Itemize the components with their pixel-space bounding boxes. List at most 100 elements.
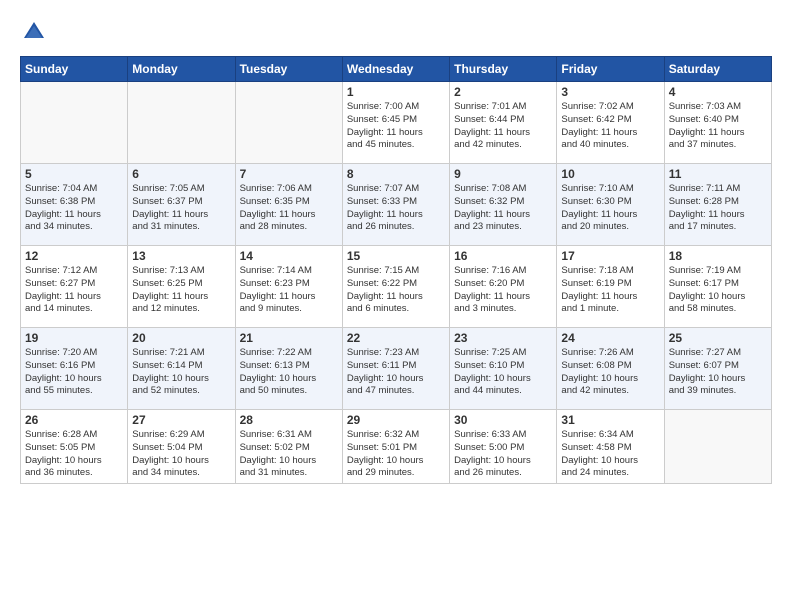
calendar-header-sunday: Sunday <box>21 57 128 82</box>
day-number: 14 <box>240 249 338 263</box>
day-info: Sunrise: 7:19 AM Sunset: 6:17 PM Dayligh… <box>669 265 767 316</box>
calendar-cell <box>21 82 128 164</box>
calendar-cell: 19Sunrise: 7:20 AM Sunset: 6:16 PM Dayli… <box>21 328 128 410</box>
calendar-header-friday: Friday <box>557 57 664 82</box>
day-info: Sunrise: 6:31 AM Sunset: 5:02 PM Dayligh… <box>240 429 338 480</box>
day-info: Sunrise: 7:22 AM Sunset: 6:13 PM Dayligh… <box>240 347 338 398</box>
day-number: 25 <box>669 331 767 345</box>
day-number: 1 <box>347 85 445 99</box>
calendar-cell: 26Sunrise: 6:28 AM Sunset: 5:05 PM Dayli… <box>21 410 128 484</box>
day-number: 27 <box>132 413 230 427</box>
calendar-cell: 16 Sunrise: 7:16 AM Sunset: 6:20 PM Dayli… <box>450 246 557 328</box>
calendar-cell: 28 Sunrise: 6:31 AM Sunset: 5:02 PM Dayli… <box>235 410 342 484</box>
calendar-header-saturday: Saturday <box>664 57 771 82</box>
day-number: 6 <box>132 167 230 181</box>
calendar-cell: 18 Sunrise: 7:19 AM Sunset: 6:17 PM Dayli… <box>664 246 771 328</box>
calendar-cell <box>128 82 235 164</box>
day-info: Sunrise: 7:23 AM Sunset: 6:11 PM Dayligh… <box>347 347 445 398</box>
calendar-cell: 17 Sunrise: 7:18 AM Sunset: 6:19 PM Dayli… <box>557 246 664 328</box>
day-number: 13 <box>132 249 230 263</box>
day-info: Sunrise: 7:05 AM Sunset: 6:37 PM Dayligh… <box>132 183 230 234</box>
day-info: Sunrise: 7:16 AM Sunset: 6:20 PM Dayligh… <box>454 265 552 316</box>
day-number: 17 <box>561 249 659 263</box>
day-number: 2 <box>454 85 552 99</box>
day-info: Sunrise: 7:00 AM Sunset: 6:45 PM Dayligh… <box>347 101 445 152</box>
day-number: 20 <box>132 331 230 345</box>
day-info: Sunrise: 7:14 AM Sunset: 6:23 PM Dayligh… <box>240 265 338 316</box>
day-number: 16 <box>454 249 552 263</box>
day-number: 19 <box>25 331 123 345</box>
day-info: Sunrise: 7:27 AM Sunset: 6:07 PM Dayligh… <box>669 347 767 398</box>
day-number: 7 <box>240 167 338 181</box>
day-info: Sunrise: 7:21 AM Sunset: 6:14 PM Dayligh… <box>132 347 230 398</box>
day-info: Sunrise: 7:04 AM Sunset: 6:38 PM Dayligh… <box>25 183 123 234</box>
calendar-cell: 6 Sunrise: 7:05 AM Sunset: 6:37 PM Daylig… <box>128 164 235 246</box>
calendar-header-row: SundayMondayTuesdayWednesdayThursdayFrid… <box>21 57 772 82</box>
calendar-cell: 14 Sunrise: 7:14 AM Sunset: 6:23 PM Dayli… <box>235 246 342 328</box>
calendar-cell: 10 Sunrise: 7:10 AM Sunset: 6:30 PM Dayli… <box>557 164 664 246</box>
day-number: 5 <box>25 167 123 181</box>
day-info: Sunrise: 7:26 AM Sunset: 6:08 PM Dayligh… <box>561 347 659 398</box>
day-number: 29 <box>347 413 445 427</box>
calendar-cell: 11 Sunrise: 7:11 AM Sunset: 6:28 PM Dayli… <box>664 164 771 246</box>
day-info: Sunrise: 7:25 AM Sunset: 6:10 PM Dayligh… <box>454 347 552 398</box>
calendar-cell: 30Sunrise: 6:33 AM Sunset: 5:00 PM Dayli… <box>450 410 557 484</box>
calendar-cell: 22 Sunrise: 7:23 AM Sunset: 6:11 PM Dayli… <box>342 328 449 410</box>
calendar-cell: 7 Sunrise: 7:06 AM Sunset: 6:35 PM Daylig… <box>235 164 342 246</box>
calendar-cell: 21Sunrise: 7:22 AM Sunset: 6:13 PM Dayli… <box>235 328 342 410</box>
calendar-cell: 31Sunrise: 6:34 AM Sunset: 4:58 PM Dayli… <box>557 410 664 484</box>
calendar-cell: 2 Sunrise: 7:01 AM Sunset: 6:44 PM Daylig… <box>450 82 557 164</box>
day-info: Sunrise: 7:08 AM Sunset: 6:32 PM Dayligh… <box>454 183 552 234</box>
calendar-header-monday: Monday <box>128 57 235 82</box>
calendar-cell: 13 Sunrise: 7:13 AM Sunset: 6:25 PM Dayli… <box>128 246 235 328</box>
calendar-cell: 9 Sunrise: 7:08 AM Sunset: 6:32 PM Daylig… <box>450 164 557 246</box>
day-number: 26 <box>25 413 123 427</box>
day-number: 23 <box>454 331 552 345</box>
day-number: 8 <box>347 167 445 181</box>
day-info: Sunrise: 7:01 AM Sunset: 6:44 PM Dayligh… <box>454 101 552 152</box>
day-number: 31 <box>561 413 659 427</box>
calendar-cell: 23 Sunrise: 7:25 AM Sunset: 6:10 PM Dayli… <box>450 328 557 410</box>
day-info: Sunrise: 7:10 AM Sunset: 6:30 PM Dayligh… <box>561 183 659 234</box>
day-info: Sunrise: 7:12 AM Sunset: 6:27 PM Dayligh… <box>25 265 123 316</box>
calendar-cell: 25 Sunrise: 7:27 AM Sunset: 6:07 PM Dayli… <box>664 328 771 410</box>
header <box>20 18 772 46</box>
day-number: 9 <box>454 167 552 181</box>
day-info: Sunrise: 7:18 AM Sunset: 6:19 PM Dayligh… <box>561 265 659 316</box>
page: SundayMondayTuesdayWednesdayThursdayFrid… <box>0 0 792 612</box>
logo-icon <box>20 18 48 46</box>
calendar-week-row: 26Sunrise: 6:28 AM Sunset: 5:05 PM Dayli… <box>21 410 772 484</box>
calendar-header-wednesday: Wednesday <box>342 57 449 82</box>
calendar-header-thursday: Thursday <box>450 57 557 82</box>
day-info: Sunrise: 6:32 AM Sunset: 5:01 PM Dayligh… <box>347 429 445 480</box>
day-info: Sunrise: 7:15 AM Sunset: 6:22 PM Dayligh… <box>347 265 445 316</box>
day-number: 11 <box>669 167 767 181</box>
day-number: 12 <box>25 249 123 263</box>
day-number: 24 <box>561 331 659 345</box>
day-info: Sunrise: 7:06 AM Sunset: 6:35 PM Dayligh… <box>240 183 338 234</box>
calendar-cell: 8 Sunrise: 7:07 AM Sunset: 6:33 PM Daylig… <box>342 164 449 246</box>
calendar-cell: 15 Sunrise: 7:15 AM Sunset: 6:22 PM Dayli… <box>342 246 449 328</box>
calendar-header-tuesday: Tuesday <box>235 57 342 82</box>
day-info: Sunrise: 7:13 AM Sunset: 6:25 PM Dayligh… <box>132 265 230 316</box>
calendar-cell <box>235 82 342 164</box>
calendar-cell: 3Sunrise: 7:02 AM Sunset: 6:42 PM Daylig… <box>557 82 664 164</box>
day-number: 10 <box>561 167 659 181</box>
day-number: 28 <box>240 413 338 427</box>
calendar-cell: 20 Sunrise: 7:21 AM Sunset: 6:14 PM Dayli… <box>128 328 235 410</box>
day-info: Sunrise: 7:11 AM Sunset: 6:28 PM Dayligh… <box>669 183 767 234</box>
day-number: 18 <box>669 249 767 263</box>
calendar-week-row: 1 Sunrise: 7:00 AM Sunset: 6:45 PM Daylig… <box>21 82 772 164</box>
day-number: 15 <box>347 249 445 263</box>
calendar-cell: 4Sunrise: 7:03 AM Sunset: 6:40 PM Daylig… <box>664 82 771 164</box>
logo <box>20 18 52 46</box>
calendar-week-row: 5 Sunrise: 7:04 AM Sunset: 6:38 PM Daylig… <box>21 164 772 246</box>
day-number: 22 <box>347 331 445 345</box>
calendar-cell: 27 Sunrise: 6:29 AM Sunset: 5:04 PM Dayli… <box>128 410 235 484</box>
calendar-cell: 12 Sunrise: 7:12 AM Sunset: 6:27 PM Dayli… <box>21 246 128 328</box>
calendar-cell: 1 Sunrise: 7:00 AM Sunset: 6:45 PM Daylig… <box>342 82 449 164</box>
day-info: Sunrise: 6:33 AM Sunset: 5:00 PM Dayligh… <box>454 429 552 480</box>
day-info: Sunrise: 6:29 AM Sunset: 5:04 PM Dayligh… <box>132 429 230 480</box>
day-number: 3 <box>561 85 659 99</box>
day-info: Sunrise: 7:07 AM Sunset: 6:33 PM Dayligh… <box>347 183 445 234</box>
